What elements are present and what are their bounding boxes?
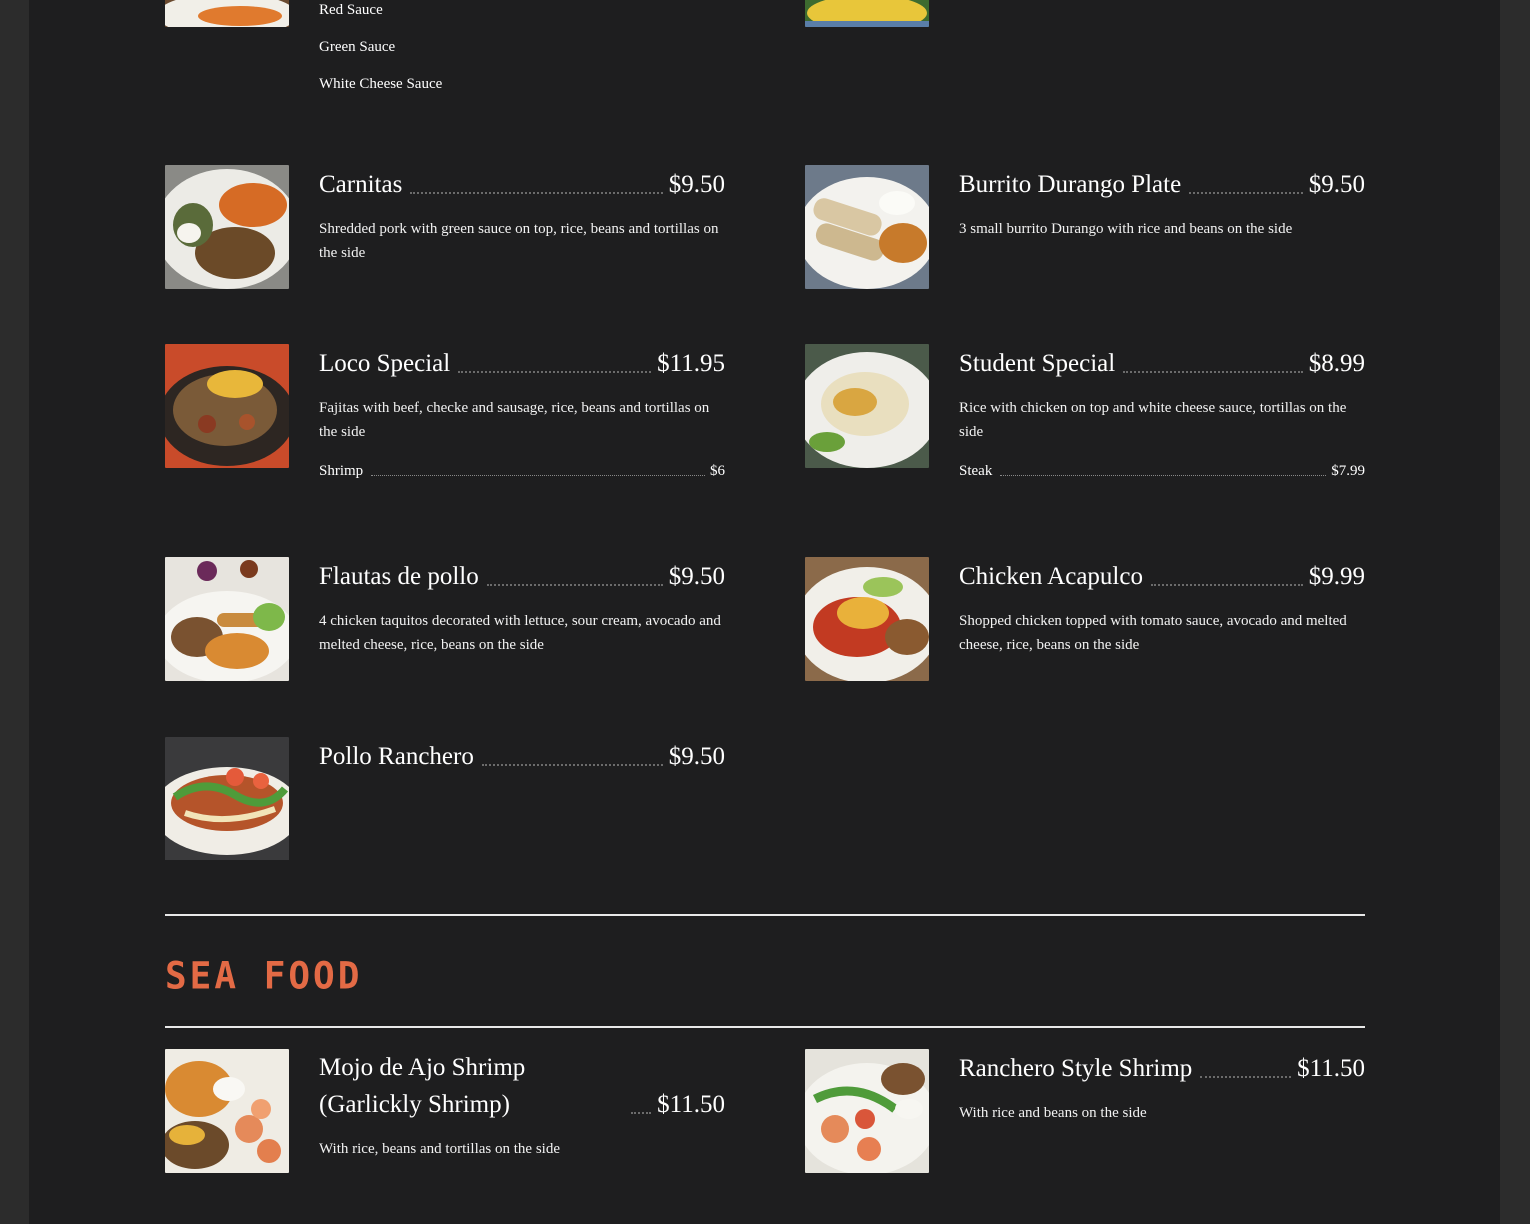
item-description: With rice, beans and tortillas on the si… — [319, 1141, 560, 1157]
item-description: 3 small burrito Durango with rice and be… — [959, 221, 1293, 237]
item-title: Student Special — [959, 350, 1116, 377]
food-photo — [165, 557, 289, 681]
item-title: Carnitas — [319, 171, 403, 198]
item-title: Pollo Ranchero — [319, 743, 474, 770]
item-price: $11.50 — [1297, 1055, 1365, 1082]
item-body: Burrito Durango Plate $9.50 3 small burr… — [959, 165, 1365, 241]
food-photo — [805, 344, 929, 468]
dot-leader — [1150, 584, 1303, 586]
dot-leader — [1200, 1076, 1292, 1078]
item-body: Carnitas $9.50 Shredded pork with green … — [319, 165, 725, 265]
food-photo — [805, 1049, 929, 1173]
option-price: $7.99 — [1331, 463, 1365, 479]
item-price: $9.50 — [668, 171, 725, 198]
item-title: Chicken Acapulco — [959, 563, 1143, 590]
section-divider — [165, 914, 1365, 916]
food-photo — [805, 0, 929, 27]
item-title: Flautas de pollo — [319, 563, 479, 590]
item-title: Ranchero Style Shrimp — [959, 1055, 1193, 1082]
food-photo — [165, 1049, 289, 1173]
food-photo — [805, 557, 929, 681]
item-description: Fajitas with beef, checke and sausage, r… — [319, 400, 710, 440]
sauce-option: White Cheese Sauce — [319, 76, 443, 92]
option-price: $6 — [710, 463, 725, 479]
food-photo — [805, 165, 929, 289]
sauce-option: Green Sauce — [319, 39, 396, 55]
item-title: Mojo de Ajo Shrimp (Garlickly Shrimp) — [319, 1054, 526, 1118]
item-price: $9.50 — [668, 563, 725, 590]
food-photo — [165, 344, 289, 468]
item-description: Rice with chicken on top and white chees… — [959, 400, 1347, 440]
item-description: 4 chicken taquitos decorated with lettuc… — [319, 613, 721, 653]
item-price: $11.95 — [657, 350, 725, 377]
section-heading: SEA FOOD — [165, 954, 363, 999]
item-price: $9.99 — [1308, 563, 1365, 590]
item-body: Ranchero Style Shrimp $11.50 With rice a… — [959, 1049, 1365, 1125]
option-label: Steak — [959, 463, 993, 479]
item-title: Burrito Durango Plate — [959, 171, 1182, 198]
item-description: With rice and beans on the side — [959, 1105, 1147, 1121]
food-photo — [165, 0, 289, 27]
food-photo — [165, 165, 289, 289]
dot-leader — [631, 1112, 652, 1114]
sauce-option: Red Sauce — [319, 2, 383, 18]
item-title: Loco Special — [319, 350, 451, 377]
item-body: Student Special $8.99 Rice with chicken … — [959, 344, 1365, 480]
item-body: Flautas de pollo $9.50 4 chicken taquito… — [319, 557, 725, 657]
page-margin-left — [0, 0, 29, 1224]
page-margin-right — [1500, 0, 1530, 1224]
sauce-list: Red Sauce Green Sauce White Cheese Sauce — [319, 0, 442, 103]
dot-leader — [1000, 475, 1327, 476]
item-price: $8.99 — [1308, 350, 1365, 377]
dot-leader — [410, 192, 663, 194]
dot-leader — [371, 475, 705, 476]
dot-leader — [486, 584, 663, 586]
section-divider — [165, 1026, 1365, 1028]
item-body: Mojo de Ajo Shrimp (Garlickly Shrimp) $1… — [319, 1049, 725, 1161]
dot-leader — [1189, 192, 1303, 194]
item-price: $9.50 — [1308, 171, 1365, 198]
dot-leader — [481, 764, 663, 766]
item-body: Loco Special $11.95 Fajitas with beef, c… — [319, 344, 725, 480]
item-body: Pollo Ranchero $9.50 — [319, 737, 725, 775]
item-body: Chicken Acapulco $9.99 Shopped chicken t… — [959, 557, 1365, 657]
item-description: Shopped chicken topped with tomato sauce… — [959, 613, 1347, 653]
item-price: $9.50 — [668, 743, 725, 770]
item-price: $11.50 — [657, 1091, 725, 1118]
option-label: Shrimp — [319, 463, 364, 479]
item-description: Shredded pork with green sauce on top, r… — [319, 221, 719, 261]
food-photo — [165, 737, 289, 861]
dot-leader — [458, 371, 652, 373]
item-option: Steak $7.99 — [959, 462, 1365, 480]
dot-leader — [1123, 371, 1303, 373]
item-option: Shrimp $6 — [319, 462, 725, 480]
